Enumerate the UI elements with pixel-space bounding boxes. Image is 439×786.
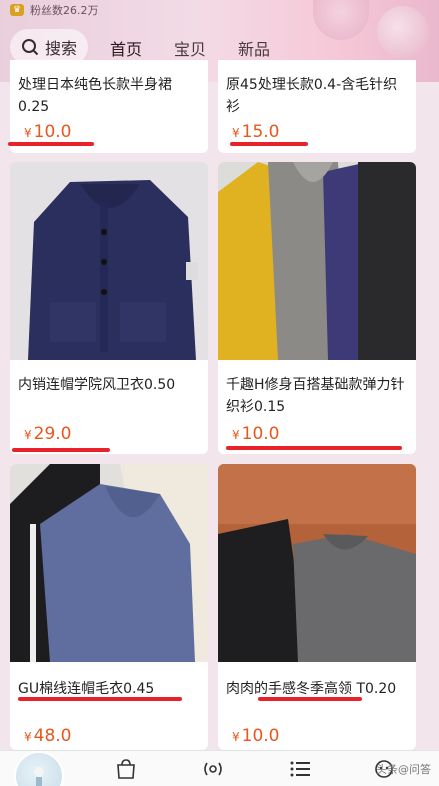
product-image xyxy=(218,464,416,662)
product-price: ¥10.0 xyxy=(232,726,280,746)
bottom-tab-bar: 头条@问答 xyxy=(0,750,439,786)
fans-count-text: 粉丝数26.2万 xyxy=(30,4,99,17)
product-card[interactable]: 千趣H修身百搭基础款弹力针织衫0.15 ¥10.0 xyxy=(218,162,416,454)
product-price: ¥29.0 xyxy=(24,424,72,444)
hoodie-illustration xyxy=(10,162,208,360)
category-list-icon[interactable] xyxy=(288,757,312,781)
highlight-underline xyxy=(258,697,362,701)
price-value: 10.0 xyxy=(33,122,72,142)
product-image xyxy=(10,464,208,662)
currency-symbol: ¥ xyxy=(232,730,240,744)
highlight-underline xyxy=(8,142,94,146)
highlight-underline xyxy=(230,142,308,146)
highlight-underline xyxy=(12,448,110,452)
product-price: ¥10.0 xyxy=(232,424,280,444)
hoodies-illustration xyxy=(10,464,208,662)
header-decoration xyxy=(313,0,369,40)
product-title: 处理日本纯色长款半身裙0.25 xyxy=(18,77,172,115)
product-image xyxy=(10,162,208,360)
product-title: 千趣H修身百搭基础款弹力针织衫0.15 xyxy=(226,377,405,415)
fans-count: ♛ 粉丝数26.2万 xyxy=(10,2,99,18)
header-decoration xyxy=(377,6,429,58)
shop-avatar-button[interactable] xyxy=(14,751,64,786)
tab-home[interactable]: 首页 xyxy=(104,36,148,68)
price-value: 29.0 xyxy=(33,424,72,444)
product-price: ¥10.0 xyxy=(24,122,72,142)
sweaters-illustration xyxy=(218,162,416,360)
product-title: 原45处理长款0.4-含毛针织衫 xyxy=(226,77,398,115)
product-card[interactable]: 内销连帽学院风卫衣0.50 ¥29.0 xyxy=(10,162,208,454)
currency-symbol: ¥ xyxy=(232,428,240,442)
watermark: 头条@问答 xyxy=(376,763,431,776)
search-icon xyxy=(21,39,39,56)
price-value: 10.0 xyxy=(241,726,280,746)
live-broadcast-icon[interactable] xyxy=(201,757,225,781)
highlight-underline xyxy=(18,697,182,701)
currency-symbol: ¥ xyxy=(24,428,32,442)
product-price: ¥15.0 xyxy=(232,122,280,142)
product-card[interactable]: GU棉线连帽毛衣0.45 ¥48.0 xyxy=(10,464,208,750)
product-card[interactable]: 原45处理长款0.4-含毛针织衫 ¥15.0 xyxy=(218,60,416,153)
price-value: 10.0 xyxy=(241,424,280,444)
bag-icon[interactable] xyxy=(114,757,138,781)
tab-new[interactable]: 新品 xyxy=(232,36,276,60)
product-price: ¥48.0 xyxy=(24,726,72,746)
product-card[interactable]: 肉肉的手感冬季高领 T0.20 ¥10.0 xyxy=(218,464,416,750)
price-value: 48.0 xyxy=(33,726,72,746)
product-image xyxy=(218,162,416,360)
currency-symbol: ¥ xyxy=(232,126,240,140)
crown-icon: ♛ xyxy=(10,4,24,16)
currency-symbol: ¥ xyxy=(24,730,32,744)
product-title: 内销连帽学院风卫衣0.50 xyxy=(18,377,176,393)
currency-symbol: ¥ xyxy=(24,126,32,140)
highlight-underline xyxy=(226,446,402,450)
price-value: 15.0 xyxy=(241,122,280,142)
product-card[interactable]: 处理日本纯色长款半身裙0.25 ¥10.0 xyxy=(10,60,208,153)
search-label: 搜索 xyxy=(44,39,77,58)
turtlenecks-illustration xyxy=(218,464,416,662)
avatar-icon xyxy=(34,767,44,786)
tab-products[interactable]: 宝贝 xyxy=(168,36,212,60)
